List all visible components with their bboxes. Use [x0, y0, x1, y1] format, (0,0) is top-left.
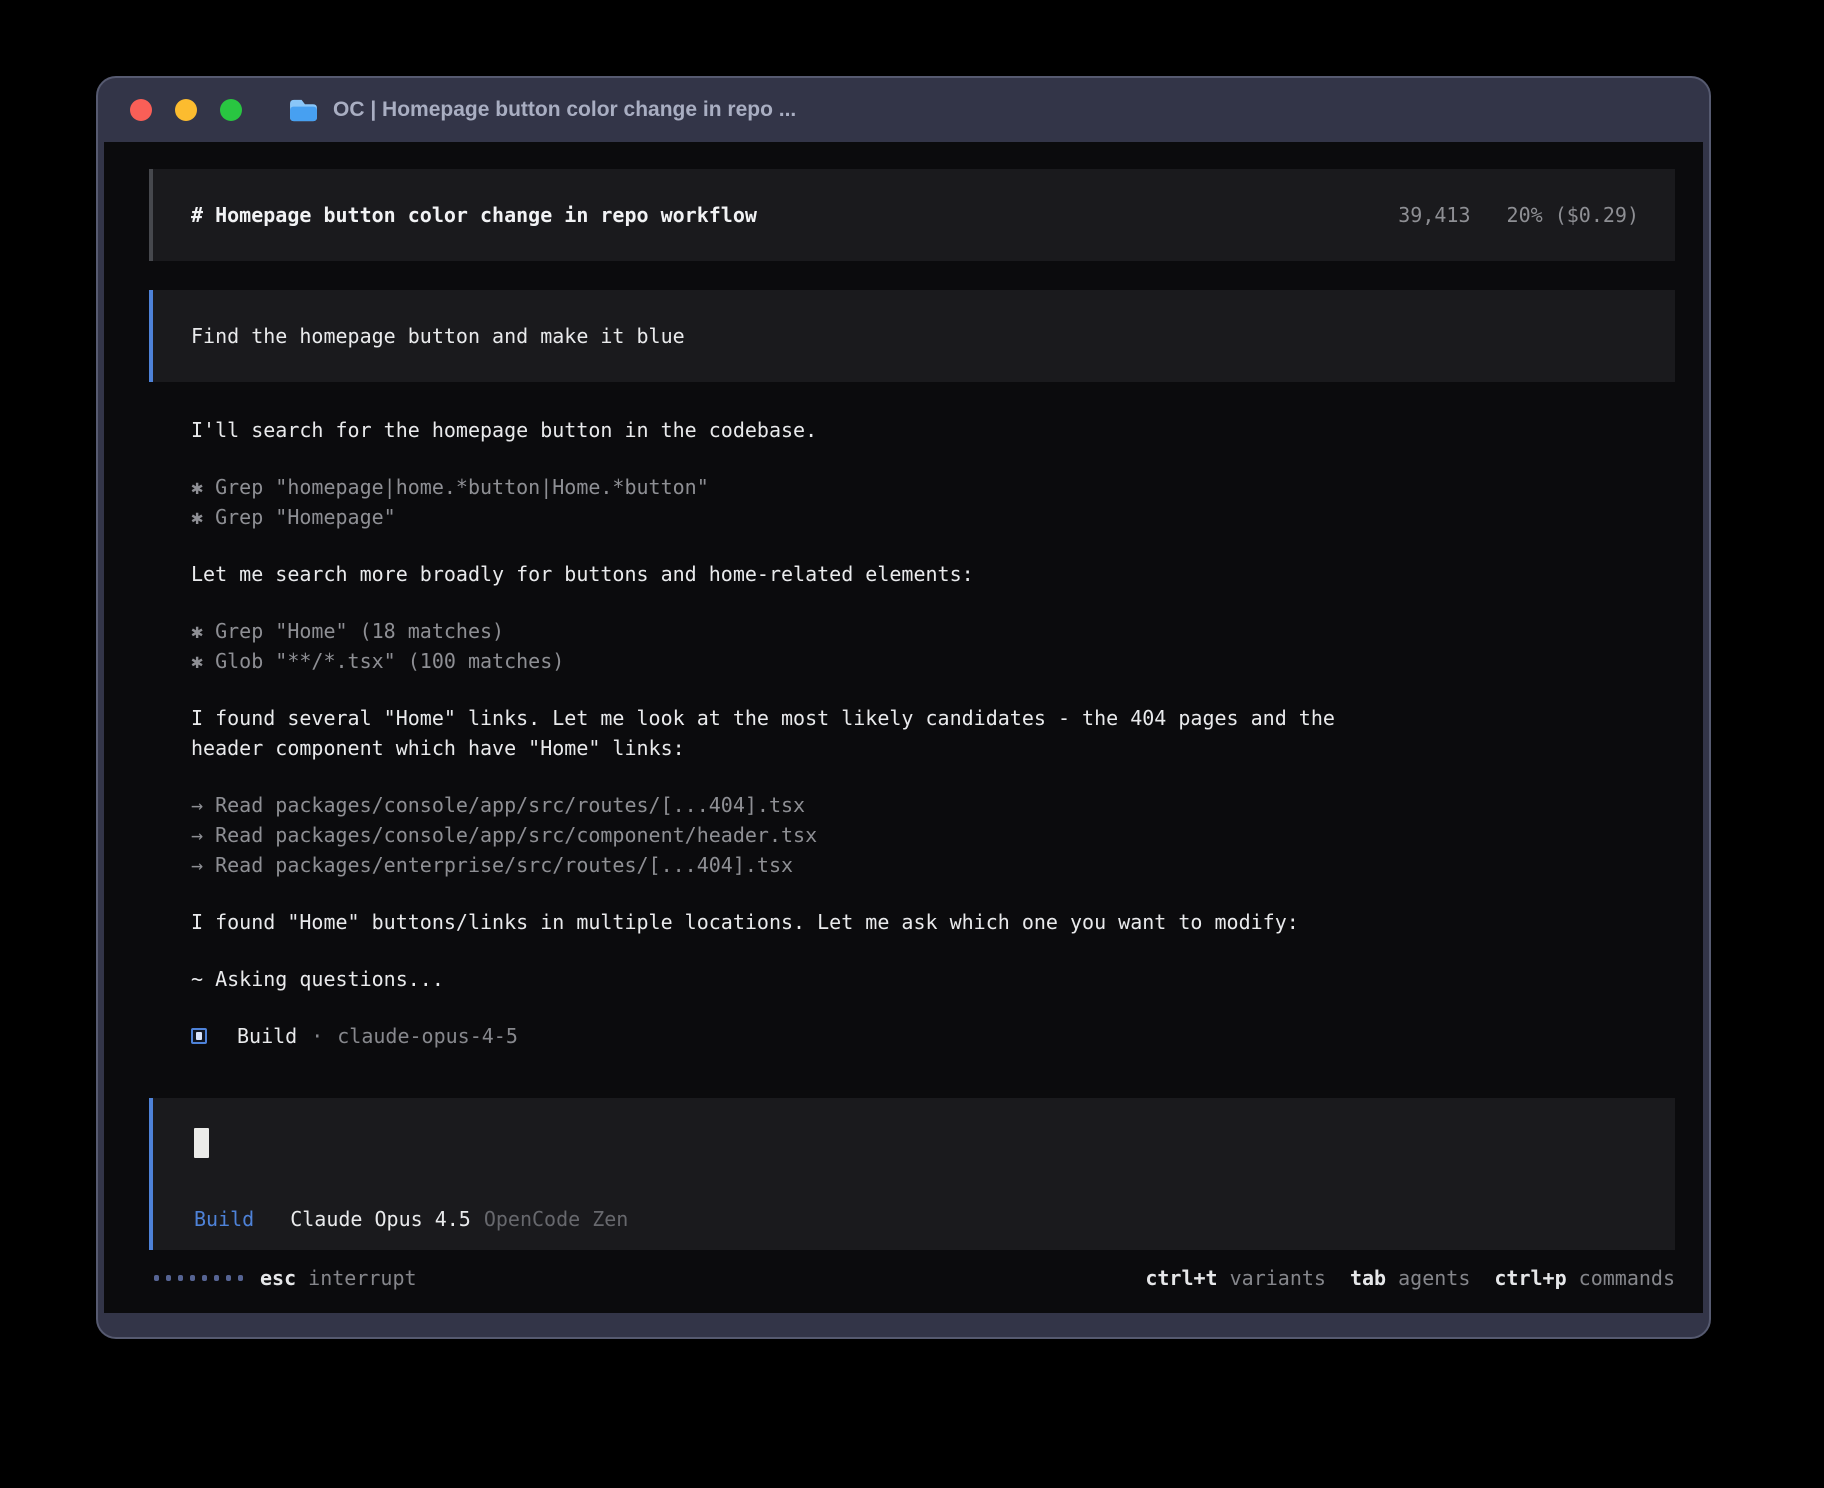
close-button[interactable]	[130, 99, 152, 121]
agent-name: Build	[237, 1021, 297, 1051]
zoom-button[interactable]	[220, 99, 242, 121]
tool-call-read: → Read packages/console/app/src/componen…	[191, 820, 1387, 850]
spinner-dot	[214, 1275, 219, 1281]
status-text: ~ Asking questions...	[191, 964, 1387, 994]
shortcut-hints: ctrl+t variants tab agents ctrl+p comman…	[1145, 1263, 1675, 1293]
assistant-paragraph: I found several "Home" links. Let me loo…	[191, 703, 1387, 763]
terminal-content: # Homepage button color change in repo w…	[104, 142, 1703, 1313]
assistant-response: I'll search for the homepage button in t…	[191, 415, 1675, 994]
session-title: # Homepage button color change in repo w…	[191, 200, 757, 230]
working-spinner	[154, 1275, 243, 1281]
assistant-paragraph: Let me search more broadly for buttons a…	[191, 559, 1387, 589]
shortcut-agents: tab agents	[1350, 1263, 1470, 1293]
assistant-paragraph: I found "Home" buttons/links in multiple…	[191, 907, 1387, 937]
shortcut-commands: ctrl+p commands	[1494, 1263, 1675, 1293]
separator-dot: ·	[311, 1021, 323, 1051]
tool-call-grep: ✱ Grep "homepage|home.*button|Home.*butt…	[191, 472, 1387, 502]
build-agent-icon	[191, 1028, 207, 1044]
window-title: OC | Homepage button color change in rep…	[333, 98, 796, 122]
tool-call-group: ✱ Grep "homepage|home.*button|Home.*butt…	[191, 472, 1387, 532]
assistant-paragraph: I'll search for the homepage button in t…	[191, 415, 1387, 445]
titlebar[interactable]: OC | Homepage button color change in rep…	[98, 78, 1709, 142]
tool-call-grep: ✱ Grep "Home" (18 matches)	[191, 616, 1387, 646]
session-header: # Homepage button color change in repo w…	[149, 169, 1675, 261]
token-count: 39,413	[1398, 203, 1470, 227]
tool-call-read: → Read packages/enterprise/src/routes/[.…	[191, 850, 1387, 880]
spinner-dot	[166, 1275, 171, 1281]
context-cost: 20% ($0.29)	[1507, 203, 1639, 227]
user-message: Find the homepage button and make it blu…	[149, 290, 1675, 382]
shortcut-interrupt: esc interrupt	[260, 1263, 417, 1293]
spinner-dot	[238, 1275, 243, 1281]
terminal-window: OC | Homepage button color change in rep…	[96, 76, 1711, 1339]
agent-model: claude-opus-4-5	[337, 1021, 518, 1051]
spinner-dot	[190, 1275, 195, 1281]
input-model-label[interactable]: Claude Opus 4.5	[290, 1204, 471, 1234]
spinner-dot	[226, 1275, 231, 1281]
input-agent-label[interactable]: Build	[194, 1204, 254, 1234]
tool-call-group: → Read packages/console/app/src/routes/[…	[191, 790, 1387, 880]
window-bottom-strip	[98, 1313, 1709, 1337]
input-provider-label: OpenCode Zen	[484, 1204, 629, 1234]
spinner-dot	[154, 1275, 159, 1281]
prompt-input[interactable]: Build Claude Opus 4.5 OpenCode Zen	[149, 1098, 1675, 1250]
session-stats: 39,413 20% ($0.29)	[1398, 200, 1639, 230]
status-bar: esc interrupt ctrl+t variants tab agents…	[149, 1263, 1675, 1293]
shortcut-variants: ctrl+t variants	[1145, 1263, 1326, 1293]
spinner-dot	[178, 1275, 183, 1281]
input-meta-row: Build Claude Opus 4.5 OpenCode Zen	[194, 1204, 1639, 1234]
spinner-dot	[202, 1275, 207, 1281]
tool-call-grep: ✱ Grep "Homepage"	[191, 502, 1387, 532]
tool-call-glob: ✱ Glob "**/*.tsx" (100 matches)	[191, 646, 1387, 676]
text-cursor	[194, 1128, 209, 1158]
folder-icon	[288, 98, 319, 123]
minimize-button[interactable]	[175, 99, 197, 121]
window-controls	[130, 99, 242, 121]
agent-status-line: Build · claude-opus-4-5	[191, 1021, 1675, 1051]
user-message-text: Find the homepage button and make it blu…	[191, 321, 685, 351]
tool-call-group: ✱ Grep "Home" (18 matches) ✱ Glob "**/*.…	[191, 616, 1387, 676]
tool-call-read: → Read packages/console/app/src/routes/[…	[191, 790, 1387, 820]
